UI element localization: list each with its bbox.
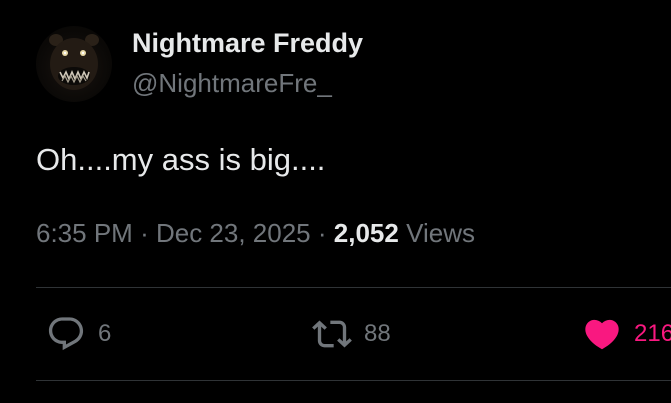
like-count: 216 — [634, 320, 671, 347]
reply-icon — [48, 317, 84, 351]
nightmare-freddy-avatar-icon — [49, 34, 99, 90]
views-count: 2,052 — [333, 218, 399, 248]
tweet-meta: 6:35 PM · Dec 23, 2025 · 2,052 Views — [36, 216, 475, 250]
retweet-count: 88 — [364, 320, 391, 347]
divider — [36, 380, 671, 381]
display-name[interactable]: Nightmare Freddy — [132, 26, 363, 60]
reply-button[interactable]: 6 — [46, 314, 111, 354]
meta-separator: · — [317, 218, 327, 248]
heart-icon — [585, 319, 619, 350]
reply-count: 6 — [98, 320, 112, 347]
tweet-date[interactable]: Dec 23, 2025 — [156, 218, 311, 248]
divider — [36, 287, 671, 288]
tweet-text: Oh....my ass is big.... — [36, 142, 326, 177]
tweet-time[interactable]: 6:35 PM — [36, 218, 133, 248]
retweet-icon — [312, 320, 352, 348]
meta-separator: · — [140, 218, 149, 248]
retweet-button[interactable]: 88 — [312, 314, 391, 354]
avatar[interactable] — [36, 26, 112, 102]
user-handle[interactable]: @NightmareFre_ — [132, 66, 332, 100]
views-label: Views — [406, 218, 475, 248]
like-button[interactable]: 216 — [582, 314, 671, 354]
